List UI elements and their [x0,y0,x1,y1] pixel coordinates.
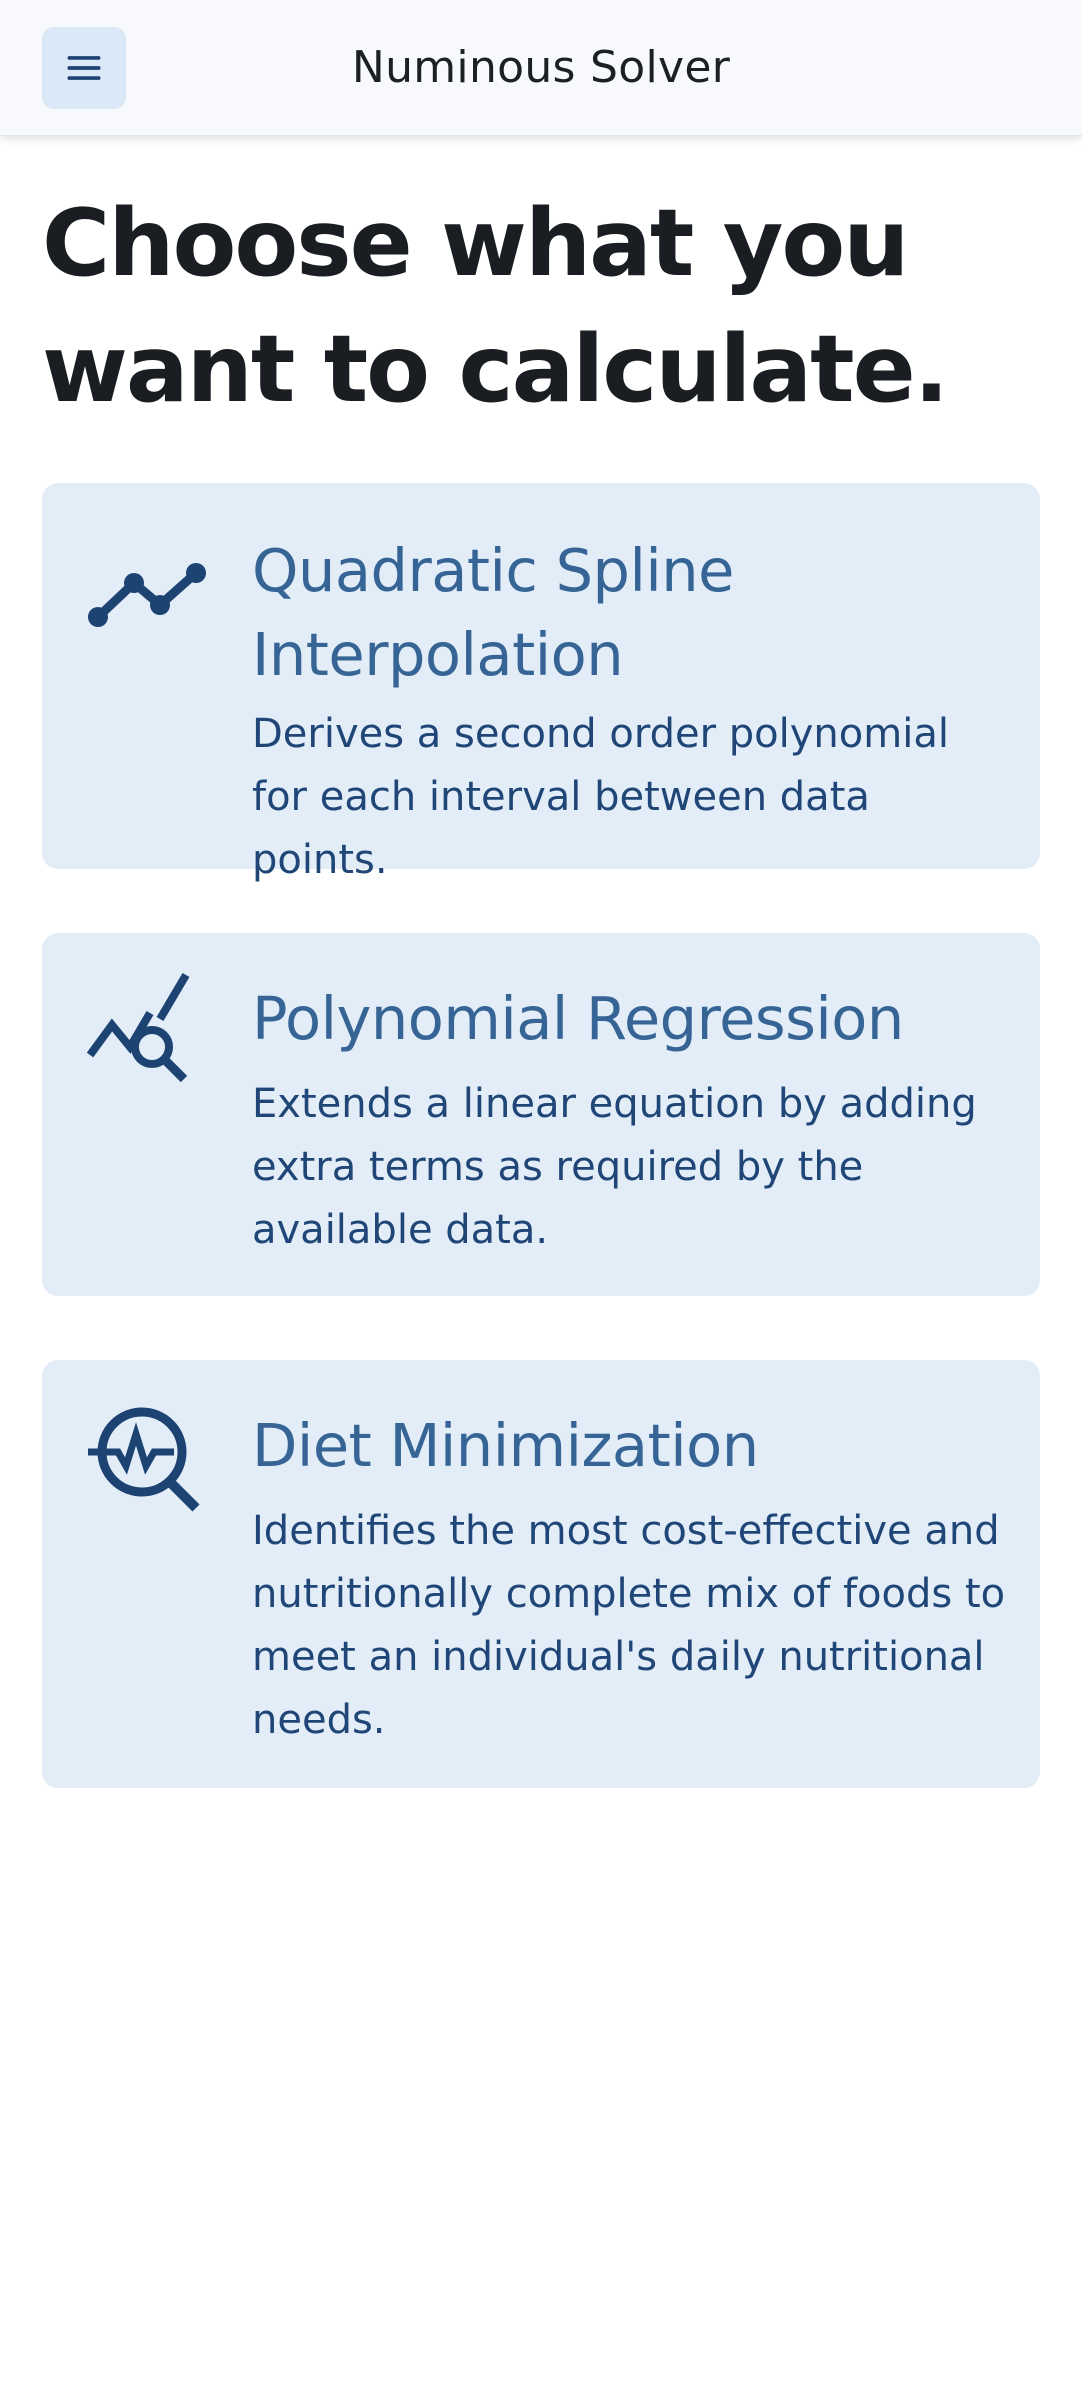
card-description: Identifies the most cost-effective and n… [252,1508,1006,1743]
card-description: Extends a linear equation by adding extr… [252,1081,977,1253]
top-app-bar: Numinous Solver [0,0,1082,136]
card-polynomial-regression[interactable]: Polynomial Regression Extends a linear e… [42,933,1040,1296]
line-chart-icon [88,563,206,627]
card-title: Diet Minimization [252,1411,759,1480]
app-title: Numinous Solver [351,42,731,93]
chart-search-icon [86,973,190,1083]
page-heading: Choose what you want to calculate. [42,189,949,423]
card-title: Polynomial Regression [252,984,904,1053]
card-quadratic-spline-interpolation[interactable]: Quadratic Spline Interpolation Derives a… [42,483,1040,883]
card-title: Quadratic Spline Interpolation [252,536,734,689]
pulse-search-icon [88,1407,200,1512]
card-diet-minimization[interactable]: Diet Minimization Identifies the most co… [42,1360,1040,1788]
card-description: Derives a second order polynomial for ea… [252,711,949,883]
